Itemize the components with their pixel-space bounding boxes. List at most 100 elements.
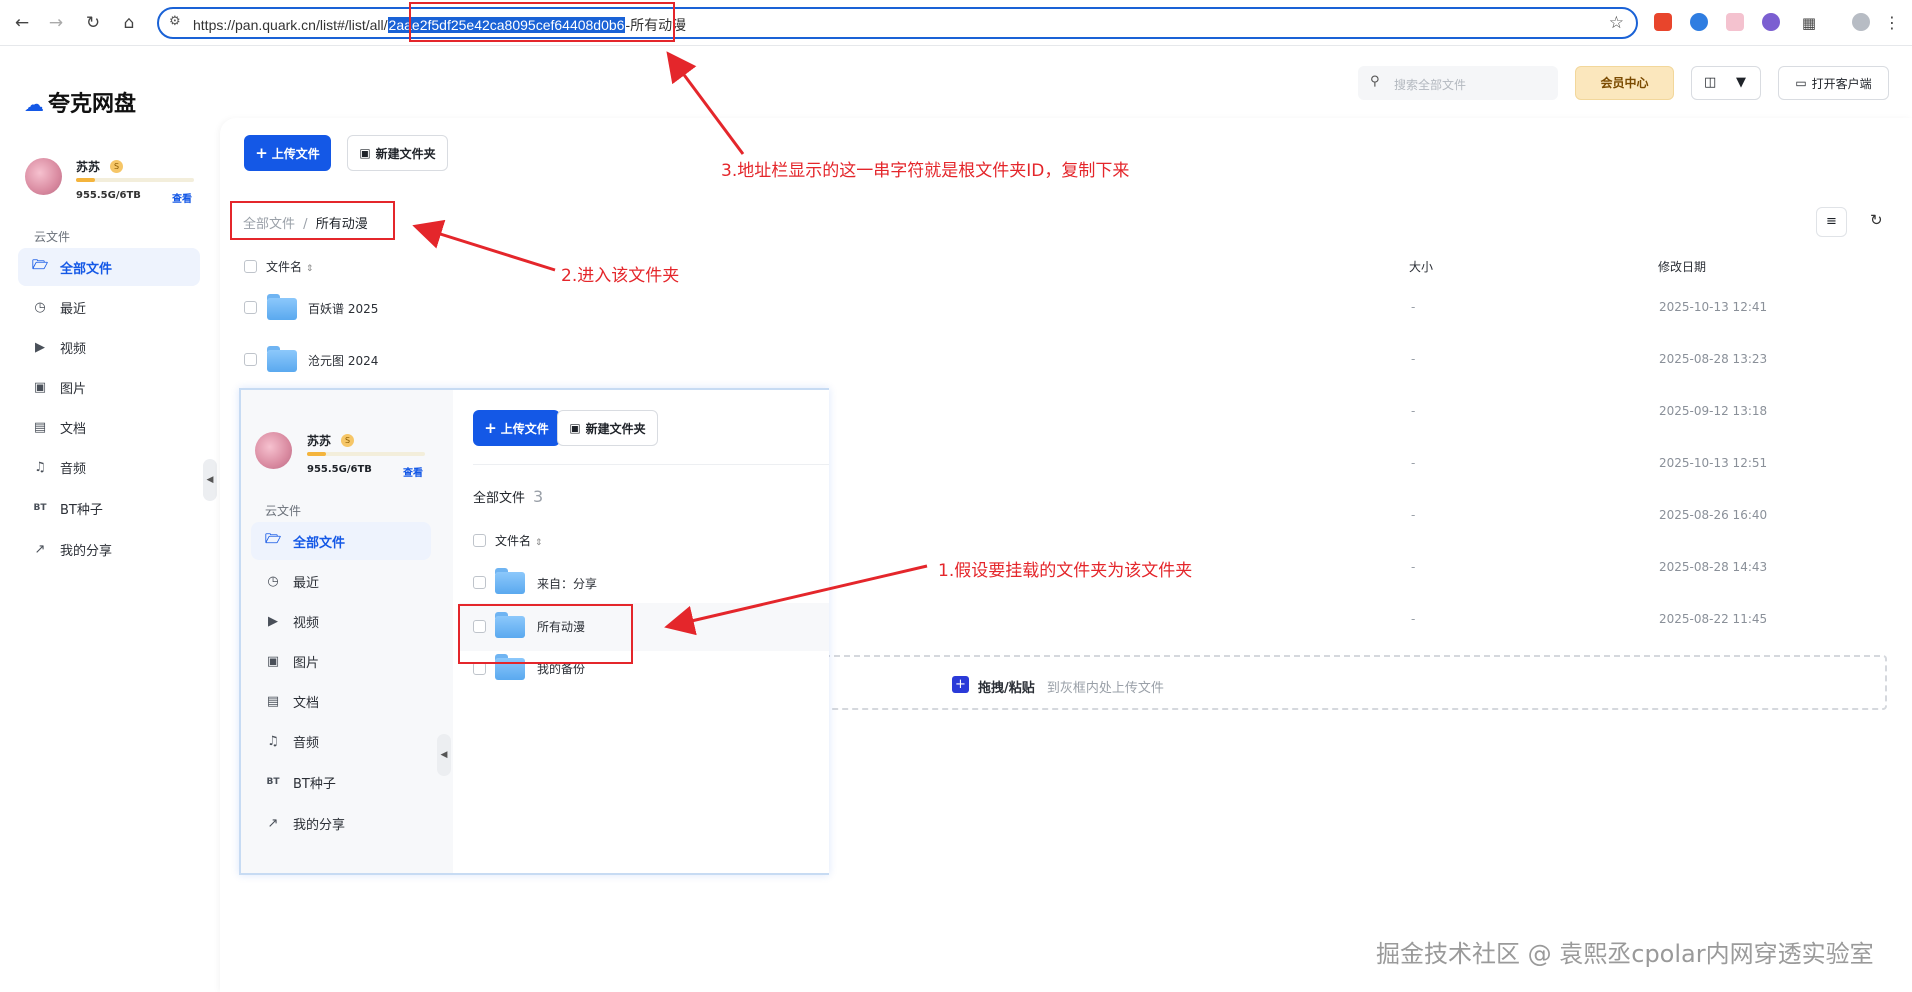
dropzone-text: 拖拽/粘贴 到灰框内处上传文件 (978, 677, 1164, 696)
sidebar-item-docs[interactable]: ▤ 文档 (251, 682, 431, 720)
select-all-checkbox[interactable] (473, 534, 486, 547)
folder-icon: 🗁 (264, 532, 282, 547)
col-header-date[interactable]: 修改日期 (1658, 258, 1706, 275)
sidebar-item-bt[interactable]: BT BT种子 (251, 763, 431, 801)
sidebar-item-label: 图片 (293, 655, 320, 671)
new-folder-button[interactable]: ▣ 新建文件夹 (347, 135, 448, 171)
sidebar-item-recent[interactable]: ◷ 最近 (18, 288, 200, 326)
address-bar[interactable]: ⚙ https://pan.quark.cn/list#/list/all/2a… (157, 7, 1638, 39)
row-checkbox[interactable] (244, 353, 257, 366)
storage-view-link[interactable]: 查看 (403, 464, 423, 479)
dropzone-hint: 到灰框内处上传文件 (1046, 681, 1164, 696)
transfer-icon[interactable]: ◫ (1704, 75, 1716, 90)
bt-icon: BT (266, 777, 280, 787)
more-icon[interactable]: ⋮ (1880, 11, 1904, 35)
sidebar-item-video[interactable]: ▶ 视频 (251, 602, 431, 640)
upload-button[interactable]: + 上传文件 (244, 135, 331, 171)
sidebar-item-share[interactable]: ↗ 我的分享 (251, 804, 431, 842)
storage-bar (307, 452, 425, 456)
open-client-button[interactable]: ▭ 打开客户端 (1778, 66, 1889, 100)
reload-icon[interactable]: ↻ (81, 11, 105, 35)
storage-view-link[interactable]: 查看 (172, 190, 192, 205)
upload-dropzone[interactable] (700, 655, 1887, 710)
sort-icon[interactable]: ≡ (1816, 207, 1847, 237)
folder-icon (267, 346, 297, 372)
extension-icon[interactable] (1762, 13, 1780, 31)
puzzle-icon[interactable]: ▦ (1797, 11, 1821, 35)
refresh-icon[interactable]: ↻ (1870, 211, 1883, 229)
file-name[interactable]: 百妖谱 2025 (308, 300, 378, 317)
file-name[interactable]: 沧元图 2024 (308, 352, 378, 369)
sidebar-item-label: 视频 (60, 341, 87, 357)
new-folder-button[interactable]: ▣ 新建文件夹 (557, 410, 658, 446)
home-icon[interactable]: ⌂ (117, 11, 141, 35)
sort-arrows-icon: ⇕ (534, 538, 543, 548)
tool-buttons: ◫ ▼ (1691, 66, 1761, 100)
extension-icon[interactable] (1690, 13, 1708, 31)
row-checkbox[interactable] (244, 301, 257, 314)
avatar[interactable] (25, 158, 62, 195)
sidebar-item-label: 最近 (293, 575, 320, 591)
vip-center-button[interactable]: 会员中心 (1575, 66, 1674, 100)
col-header-name[interactable]: 文件名 ⇕ (495, 532, 542, 549)
sidebar-item-bt[interactable]: BT BT种子 (18, 489, 200, 527)
select-all-checkbox[interactable] (244, 260, 257, 273)
app-logo[interactable]: ☁ 夸克网盘 (24, 86, 136, 118)
sidebar-item-label: 音频 (60, 461, 87, 477)
plus-icon: + (484, 419, 497, 437)
file-date: 2025-09-12 13:18 (1659, 404, 1768, 418)
col-header-name[interactable]: 文件名 ⇕ (266, 258, 313, 275)
upload-label: 上传文件 (271, 146, 320, 161)
download-icon[interactable]: ▼ (1736, 75, 1746, 90)
row-checkbox[interactable] (473, 576, 486, 589)
sidebar-item-docs[interactable]: ▤ 文档 (18, 408, 200, 446)
folder-icon (495, 568, 525, 594)
upload-label: 上传文件 (500, 421, 549, 436)
extension-icon[interactable] (1654, 13, 1672, 31)
doc-icon: ▤ (266, 693, 280, 709)
sidebar-item-all-files[interactable]: 🗁 全部文件 (18, 248, 200, 286)
avatar[interactable] (255, 432, 292, 469)
new-folder-icon: ▣ (569, 421, 581, 435)
sidebar-item-share[interactable]: ↗ 我的分享 (18, 530, 200, 568)
search-input[interactable]: ⚲ 搜索全部文件 (1358, 66, 1558, 100)
back-icon[interactable]: ← (10, 11, 34, 35)
sidebar-item-images[interactable]: ▣ 图片 (251, 642, 431, 680)
share-icon: ↗ (34, 541, 46, 557)
cloud-icon: ☁ (24, 92, 44, 116)
sidebar-section-label: 云文件 (265, 504, 302, 518)
sidebar-item-label: 最近 (60, 301, 87, 317)
site-info-icon[interactable]: ⚙ (169, 14, 181, 29)
file-size: - (1411, 300, 1416, 314)
forward-icon[interactable]: → (44, 11, 68, 35)
plus-icon: + (255, 144, 268, 162)
file-size: - (1411, 612, 1416, 626)
monitor-icon: ▭ (1795, 76, 1807, 90)
annotation-box-folder (458, 604, 633, 664)
sidebar-item-video[interactable]: ▶ 视频 (18, 328, 200, 366)
upload-button[interactable]: + 上传文件 (473, 410, 560, 446)
profile-icon[interactable] (1852, 13, 1870, 31)
sidebar-item-all-files[interactable]: 🗁 全部文件 (251, 522, 431, 560)
headphones-icon: ♫ (267, 733, 279, 749)
play-icon: ▶ (268, 613, 278, 629)
file-date: 2025-10-13 12:51 (1659, 456, 1768, 470)
col-header-size[interactable]: 大小 (1409, 258, 1433, 275)
collapse-sidebar-icon[interactable]: ◀ (437, 734, 451, 776)
sidebar-item-audio[interactable]: ♫ 音频 (18, 448, 200, 486)
file-size: - (1411, 456, 1416, 470)
file-date: 2025-10-13 12:41 (1659, 300, 1768, 314)
storage-text: 955.5G/6TB (76, 190, 141, 201)
sidebar-item-label: 视频 (293, 615, 320, 631)
sidebar-item-images[interactable]: ▣ 图片 (18, 368, 200, 406)
doc-icon: ▤ (33, 419, 47, 435)
col-name-label: 文件名 (266, 260, 303, 274)
extension-icon[interactable] (1726, 13, 1744, 31)
sidebar-item-audio[interactable]: ♫ 音频 (251, 722, 431, 760)
collapse-sidebar-icon[interactable]: ◀ (203, 459, 217, 501)
annotation-step-1: 1.假设要挂载的文件夹为该文件夹 (938, 561, 1193, 581)
sidebar-item-label: 文档 (60, 421, 87, 437)
star-icon[interactable]: ☆ (1609, 13, 1624, 33)
file-name[interactable]: 来自：分享 (537, 575, 597, 592)
sidebar-item-recent[interactable]: ◷ 最近 (251, 562, 431, 600)
